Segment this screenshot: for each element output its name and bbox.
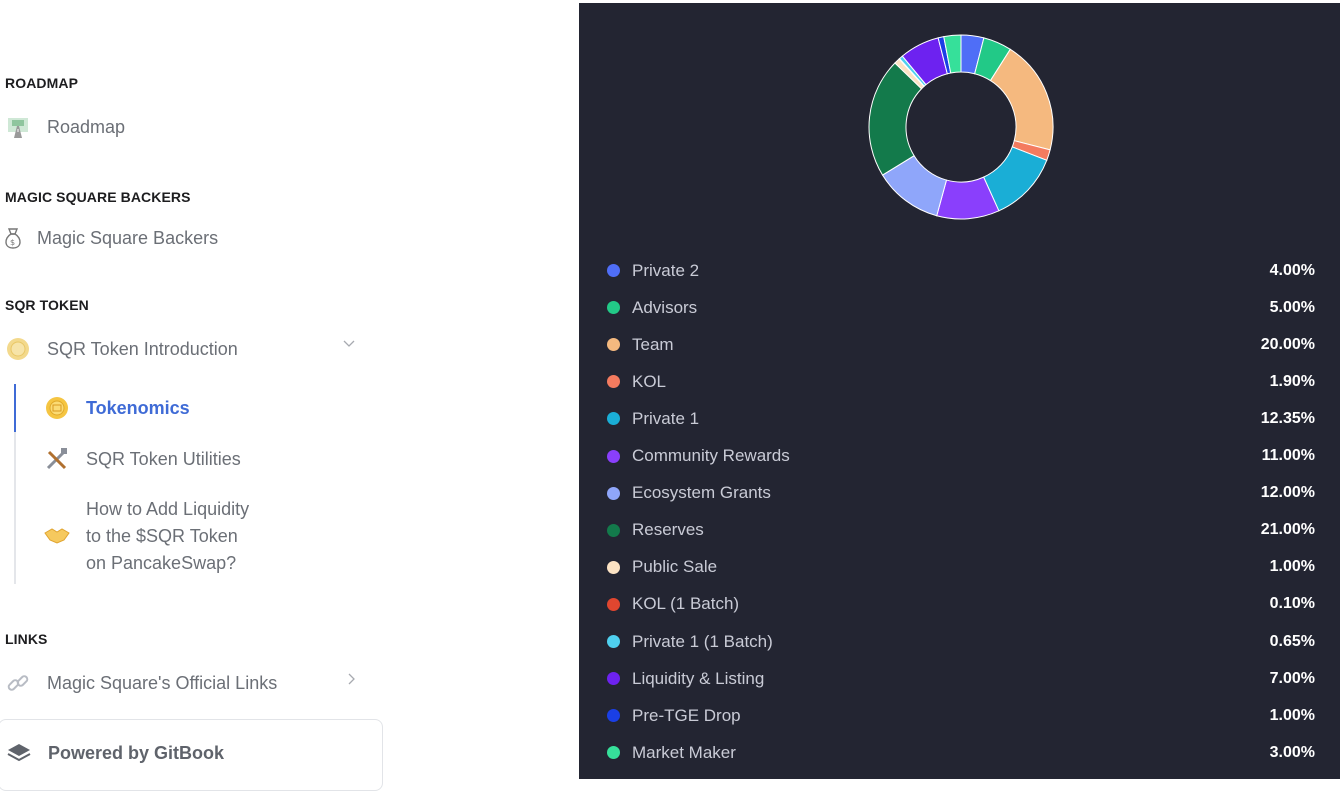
sidebar-item-tokenomics[interactable]: Tokenomics	[44, 395, 190, 421]
legend-value: 1.00%	[1269, 558, 1315, 576]
section-title-links: LINKS	[5, 631, 48, 647]
section-title-roadmap: ROADMAP	[5, 75, 79, 91]
sidebar-item-label: Magic Square's Official Links	[47, 672, 278, 693]
legend-label: Private 1	[632, 408, 700, 428]
legend-color-dot	[607, 338, 620, 352]
legend-color-dot	[607, 560, 620, 574]
section-title-backers: MAGIC SQUARE BACKERS	[5, 189, 191, 205]
legend-item[interactable]: Private 2 4.00%	[579, 252, 1340, 289]
legend-value: 1.90%	[1269, 372, 1315, 390]
legend-color-dot	[607, 635, 620, 648]
sidebar-item-label: Tokenomics	[86, 397, 190, 418]
tools-icon	[44, 446, 70, 472]
sidebar: ROADMAP Roadmap MAGIC SQUARE BACKERS $ M…	[0, 0, 578, 791]
legend-item[interactable]: Advisors 5.00%	[579, 289, 1340, 326]
legend-label: Liquidity & Listing	[632, 668, 765, 688]
legend-color-dot	[607, 375, 620, 389]
legend-value: 0.10%	[1269, 595, 1315, 613]
legend-value: 11.00%	[1261, 447, 1315, 464]
tokenomics-chart-panel: Private 2 4.00% Advisors 5.00% Team 20.00% KOL…	[579, 3, 1340, 779]
svg-text:$: $	[10, 238, 15, 247]
legend-value: 0.65%	[1269, 632, 1315, 650]
legend-item[interactable]: Private 1 (1 Batch) 0.65%	[579, 623, 1340, 660]
legend-label: Advisors	[632, 297, 698, 317]
legend-label: Private 2	[632, 260, 700, 280]
legend-value: 4.00%	[1269, 261, 1315, 279]
legend-value: 5.00%	[1269, 298, 1315, 316]
donut-chart	[868, 34, 1054, 220]
coin-icon	[44, 395, 70, 421]
legend-item[interactable]: Public Sale 1.00%	[579, 549, 1340, 586]
sidebar-item-liquidity[interactable]: How to Add Liquidity to the $SQR Token o…	[86, 496, 249, 577]
legend-color-dot	[607, 301, 620, 315]
handshake-icon	[44, 522, 70, 548]
legend-color-dot	[607, 523, 620, 537]
legend-label: Reserves	[632, 520, 704, 540]
sidebar-item-utilities[interactable]: SQR Token Utilities	[44, 446, 241, 472]
legend-value: 3.00%	[1269, 743, 1315, 761]
legend-value: 21.00%	[1260, 521, 1315, 539]
sidebar-item-label-line: on PancakeSwap?	[86, 553, 237, 573]
legend-label: Pre-TGE Drop	[632, 705, 741, 725]
legend-label: Ecosystem Grants	[632, 483, 771, 503]
sidebar-item-backers[interactable]: $ Magic Square Backers	[0, 225, 218, 251]
legend-item[interactable]: Private 1 12.35%	[579, 400, 1340, 437]
legend-color-dot	[607, 672, 620, 686]
money-bag-icon: $	[0, 225, 26, 251]
legend-item[interactable]: Community Rewards 11.00%	[579, 438, 1340, 475]
legend-color-dot	[607, 486, 620, 500]
legend-label: KOL	[632, 371, 667, 391]
legend-label: Private 1 (1 Batch)	[632, 631, 773, 651]
legend-label: KOL (1 Batch)	[632, 594, 740, 614]
chevron-right-icon[interactable]	[344, 672, 358, 691]
legend-value: 12.00%	[1260, 484, 1315, 502]
legend-value: 7.00%	[1269, 669, 1315, 687]
active-indicator	[14, 384, 16, 432]
powered-by-label: Powered by GitBook	[48, 742, 225, 763]
gitbook-icon	[6, 740, 32, 766]
legend-label: Community Rewards	[632, 446, 790, 465]
legend-item[interactable]: Ecosystem Grants 12.00%	[579, 475, 1340, 512]
sidebar-item-official-links[interactable]: Magic Square's Official Links	[5, 670, 277, 696]
chevron-down-icon[interactable]	[342, 336, 356, 355]
sidebar-item-label: SQR Token Introduction	[47, 338, 238, 359]
sidebar-item-sqr-intro[interactable]: SQR Token Introduction	[5, 336, 238, 362]
legend-item[interactable]: Pre-TGE Drop 1.00%	[579, 697, 1340, 734]
legend-item[interactable]: Market Maker 3.00%	[579, 734, 1340, 771]
sidebar-item-label-line: to the $SQR Token	[86, 526, 238, 546]
sidebar-item-label: Magic Square Backers	[37, 227, 219, 248]
legend-label: Market Maker	[632, 742, 736, 762]
sidebar-item-label: Roadmap	[47, 116, 126, 137]
legend-color-dot	[607, 449, 620, 463]
legend-item[interactable]: Team 20.00%	[579, 326, 1340, 363]
road-icon	[5, 114, 31, 140]
legend-color-dot	[607, 264, 620, 277]
legend-label: Public Sale	[632, 557, 718, 577]
section-title-sqr-token: SQR TOKEN	[5, 297, 89, 313]
link-icon	[5, 670, 31, 696]
legend-color-dot	[607, 709, 620, 723]
handshake-icon-wrap	[44, 522, 86, 548]
legend-value: 20.00%	[1260, 335, 1315, 353]
powered-by-gitbook[interactable]: Powered by GitBook	[0, 719, 383, 791]
legend-value: 12.35%	[1260, 409, 1315, 427]
legend-item[interactable]: Liquidity & Listing 7.00%	[579, 660, 1340, 697]
legend-label: Team	[632, 334, 674, 354]
legend-color-dot	[607, 597, 620, 611]
legend-color-dot	[607, 412, 620, 426]
sidebar-item-label: SQR Token Utilities	[86, 448, 241, 469]
coin-icon	[5, 336, 31, 362]
legend-color-dot	[607, 746, 620, 760]
legend-value: 1.00%	[1269, 706, 1315, 724]
sidebar-item-roadmap[interactable]: Roadmap	[5, 114, 125, 140]
legend-item[interactable]: KOL (1 Batch) 0.10%	[579, 586, 1340, 623]
sidebar-item-label-line: How to Add Liquidity	[86, 499, 250, 519]
legend-item[interactable]: KOL 1.90%	[579, 363, 1340, 400]
legend-item[interactable]: Reserves 21.00%	[579, 512, 1340, 549]
